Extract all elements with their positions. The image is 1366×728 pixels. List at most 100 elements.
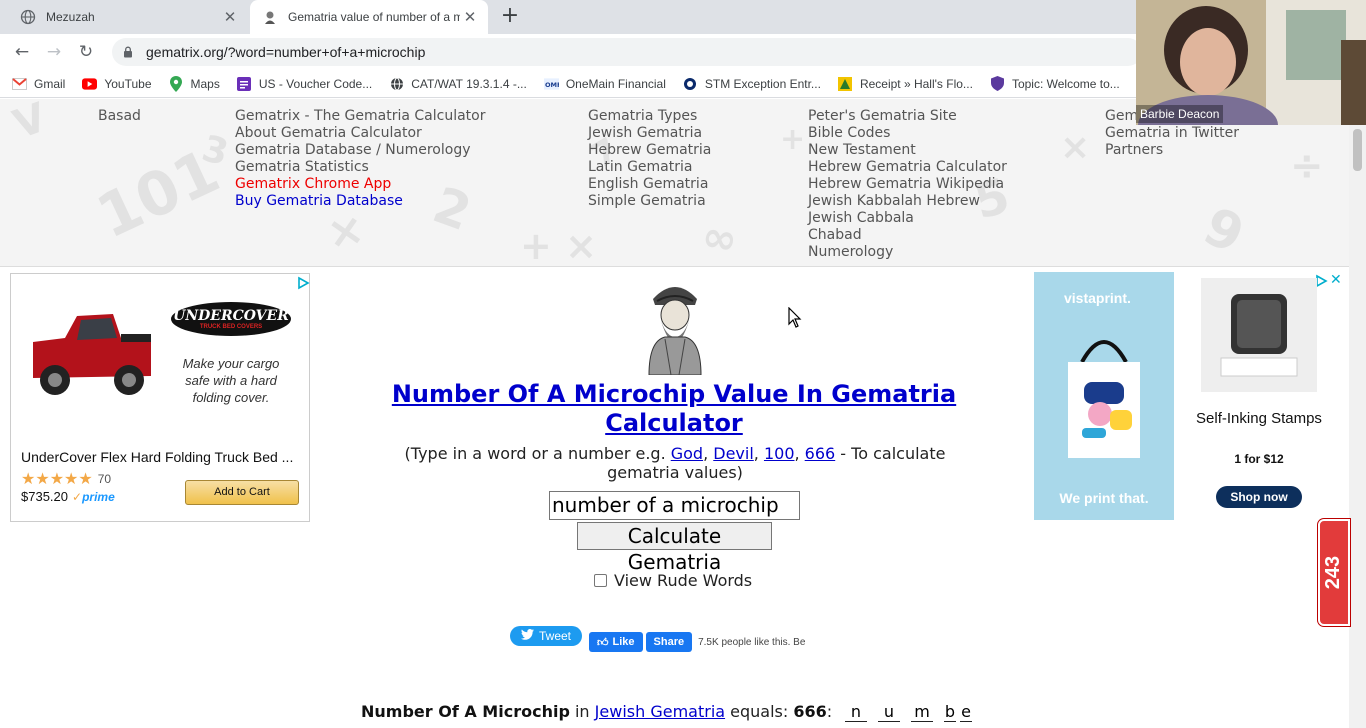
- letter-breakdown: n u m b e: [845, 702, 983, 722]
- nav-link-simple[interactable]: Simple Gematria: [588, 193, 711, 210]
- gmail-icon: [12, 76, 27, 91]
- result-phrase: Number Of A Microchip: [361, 702, 570, 721]
- svg-text:9: 9: [1195, 196, 1253, 266]
- letter-cell: b: [944, 702, 956, 722]
- back-arrow-icon[interactable]: ←: [12, 42, 32, 62]
- facebook-share-button[interactable]: Share: [645, 632, 693, 652]
- address-bar[interactable]: gematrix.org/?word=number+of+a+microchip: [112, 38, 1142, 66]
- nav-link-twitter[interactable]: Gematria in Twitter: [1105, 125, 1239, 142]
- nav-link-english[interactable]: English Gematria: [588, 176, 711, 193]
- ad-tagline: Make your cargo safe with a hard folding…: [182, 356, 280, 405]
- stamp-image: [1201, 278, 1317, 392]
- ad-brand-sub: TRUCK BED COVERS: [199, 324, 263, 330]
- close-icon[interactable]: ✕: [220, 8, 240, 26]
- gematrix-favicon-icon: [262, 9, 278, 25]
- nav-link-basad[interactable]: Basad: [98, 108, 141, 125]
- voucher-icon: [237, 76, 252, 91]
- bookmark-onemain[interactable]: OMF OneMain Financial: [543, 76, 666, 91]
- vistaprint-panel: vistaprint. We print that.: [1034, 272, 1174, 520]
- example-link-100[interactable]: 100: [764, 444, 795, 463]
- nav-link-bible-codes[interactable]: Bible Codes: [808, 125, 1007, 142]
- scrollbar-thumb[interactable]: [1353, 129, 1362, 171]
- tweet-button[interactable]: Tweet: [510, 626, 582, 646]
- bookmark-receipt[interactable]: Receipt » Hall's Flo...: [838, 76, 973, 91]
- close-icon[interactable]: ✕: [460, 8, 480, 26]
- example-link-god[interactable]: God: [671, 444, 703, 463]
- shop-now-button[interactable]: Shop now: [1216, 486, 1302, 508]
- nav-link-gematrix[interactable]: Gematrix - The Gematria Calculator: [235, 108, 485, 125]
- hint-prefix: (Type in a word or a number e.g.: [404, 444, 671, 463]
- svg-text:÷: ÷: [1290, 143, 1324, 189]
- truck-image: [33, 314, 151, 395]
- bookmark-voucher[interactable]: US - Voucher Code...: [237, 76, 372, 91]
- tab-gematria[interactable]: Gematria value of number of a m ✕: [250, 0, 488, 34]
- nav-column-resources: Peter's Gematria Site Bible Codes New Te…: [808, 108, 1007, 261]
- nav-link-about[interactable]: About Gematria Calculator: [235, 125, 485, 142]
- result-value: 666: [793, 702, 827, 721]
- nav-link-types[interactable]: Gematria Types: [588, 108, 711, 125]
- shield-icon: [990, 76, 1005, 91]
- ad-price-row: $735.20 ✓ prime: [21, 489, 115, 504]
- facebook-like-widget: 👍︎ Like Share 7.5K people like this. Be: [589, 632, 805, 652]
- nav-link-database[interactable]: Gematria Database / Numerology: [235, 142, 485, 159]
- rude-words-checkbox[interactable]: [594, 574, 607, 587]
- nav-link-latin[interactable]: Latin Gematria: [588, 159, 711, 176]
- nav-link-chrome-app[interactable]: Gematrix Chrome App: [235, 176, 485, 193]
- nav-link-hebrew[interactable]: Hebrew Gematria: [588, 142, 711, 159]
- close-ad-icon[interactable]: ✕: [1330, 272, 1342, 288]
- nav-link-statistics[interactable]: Gematria Statistics: [235, 159, 485, 176]
- bookmark-topic[interactable]: Topic: Welcome to...: [990, 76, 1120, 91]
- add-to-cart-button[interactable]: Add to Cart: [185, 480, 299, 505]
- tab-mezuzah[interactable]: Mezuzah ✕: [8, 0, 248, 34]
- nav-link-partners[interactable]: Partners: [1105, 142, 1239, 159]
- fb-like-count: 7.5K people like this. Be: [698, 636, 806, 648]
- new-tab-plus-icon[interactable]: +: [498, 5, 522, 29]
- bookmark-label: CAT/WAT 19.3.1.4 -...: [411, 76, 527, 91]
- url-text: gematrix.org/?word=number+of+a+microchip: [146, 44, 426, 60]
- vistaprint-slogan: We print that.: [1059, 490, 1149, 506]
- nav-link-hebrew-wikipedia[interactable]: Hebrew Gematria Wikipedia: [808, 176, 1007, 193]
- nav-link-jewish[interactable]: Jewish Gematria: [588, 125, 711, 142]
- nav-link-kabbalah[interactable]: Jewish Kabbalah Hebrew: [808, 193, 1007, 210]
- letter-cell: n: [845, 702, 867, 722]
- bookmark-label: Maps: [190, 76, 220, 91]
- nav-link-new-testament[interactable]: New Testament: [808, 142, 1007, 159]
- bookmark-label: Gmail: [34, 76, 66, 91]
- bookmark-youtube[interactable]: YouTube: [82, 76, 152, 91]
- nav-link-cabbala[interactable]: Jewish Cabbala: [808, 210, 1007, 227]
- tote-bag-image: [1068, 340, 1140, 458]
- ad-product-title[interactable]: UnderCover Flex Hard Folding Truck Bed .…: [21, 449, 303, 465]
- ad-undercover[interactable]: UNDERCOVER TRUCK BED COVERS Make your ca…: [10, 273, 310, 522]
- svg-text:∞: ∞: [698, 211, 741, 265]
- adchoices-icon[interactable]: [296, 276, 310, 290]
- tab-title: Gematria value of number of a m: [288, 10, 460, 24]
- nav-link-hebrew-calculator[interactable]: Hebrew Gematria Calculator: [808, 159, 1007, 176]
- ad-offer: 1 for $12: [1234, 452, 1284, 466]
- bookmark-label: STM Exception Entr...: [704, 76, 821, 91]
- nav-link-peters[interactable]: Peter's Gematria Site: [808, 108, 1007, 125]
- page-scrollbar[interactable]: [1349, 99, 1366, 728]
- bookmark-catwat[interactable]: CAT/WAT 19.3.1.4 -...: [389, 76, 527, 91]
- rude-words-label: View Rude Words: [614, 571, 753, 590]
- page-title[interactable]: Number Of A Microchip Value In Gematria …: [374, 380, 974, 438]
- reload-icon[interactable]: ↻: [76, 42, 96, 62]
- example-link-devil[interactable]: Devil: [713, 444, 754, 463]
- view-rude-words-option[interactable]: View Rude Words: [594, 571, 752, 590]
- bookmark-maps[interactable]: Maps: [169, 75, 220, 92]
- nav-link-buy-database[interactable]: Buy Gematria Database: [235, 193, 485, 210]
- nav-link-chabad[interactable]: Chabad: [808, 227, 1007, 244]
- bookmark-gmail[interactable]: Gmail: [12, 76, 65, 91]
- bookmark-stm[interactable]: STM Exception Entr...: [683, 76, 821, 91]
- nav-link-numerology[interactable]: Numerology: [808, 244, 1007, 261]
- fb-like-label: Like: [612, 636, 635, 648]
- example-link-666[interactable]: 666: [805, 444, 836, 463]
- result-gematria-type-link[interactable]: Jewish Gematria: [595, 702, 725, 721]
- forward-arrow-icon[interactable]: →: [44, 42, 64, 62]
- nav-column-calculator: Gematrix - The Gematria Calculator About…: [235, 108, 485, 210]
- ad-vistaprint[interactable]: vistaprint. We print that. ✕ Self-Inking…: [1034, 272, 1344, 520]
- stm-icon: [683, 76, 698, 91]
- facebook-like-button[interactable]: 👍︎ Like: [589, 632, 643, 652]
- visitor-counter-tab[interactable]: 243: [1318, 519, 1350, 626]
- word-input[interactable]: number of a microchip: [549, 491, 800, 520]
- calculate-gematria-button[interactable]: Calculate Gematria: [577, 522, 772, 574]
